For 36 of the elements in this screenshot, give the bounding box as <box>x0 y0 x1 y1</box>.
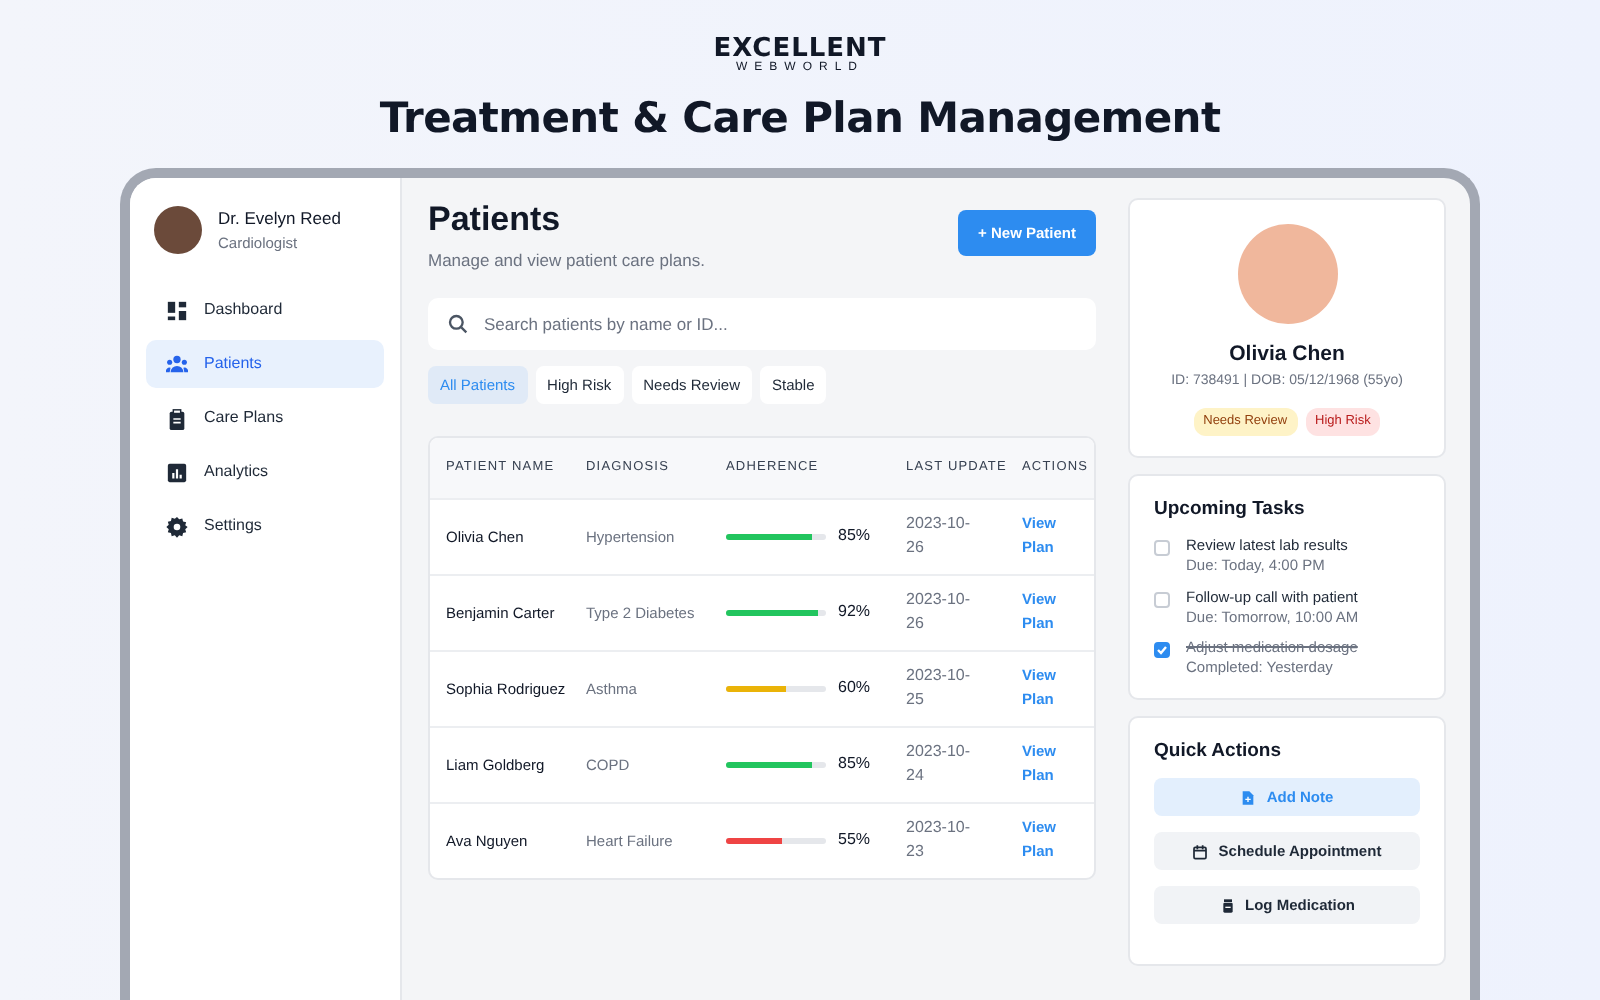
last-update-cell-text: 2023-10-23 <box>906 816 973 865</box>
sidebar-item[interactable]: Settings <box>146 502 384 551</box>
page-title: Patients <box>428 202 563 240</box>
clipboard-icon <box>166 407 188 430</box>
patient-name: Olivia Chen <box>1229 340 1345 371</box>
card-title: Quick Actions <box>1154 737 1284 766</box>
sidebar-item[interactable]: Care Plans <box>146 394 384 443</box>
adherence-percent: 85% <box>838 524 871 549</box>
task-checkbox[interactable] <box>1154 540 1170 557</box>
task-checkbox[interactable] <box>1154 591 1170 608</box>
document-icon <box>1240 789 1257 806</box>
user-name: Dr. Evelyn Reed <box>218 206 341 232</box>
people-icon <box>166 353 188 376</box>
last-update-cell-text: 2023-10-26 <box>906 512 973 561</box>
sidebar-item[interactable]: Analytics <box>146 448 384 497</box>
brand-logo-text: EXCELLENT <box>711 36 889 62</box>
search-icon <box>448 313 468 334</box>
settings-icon <box>166 515 188 538</box>
last-update-cell-text: 2023-10-26 <box>906 588 973 637</box>
card-title: Upcoming Tasks <box>1154 496 1307 525</box>
page-subtitle: Manage and view patient care plans. <box>428 247 705 274</box>
calendar-icon <box>1192 843 1209 860</box>
page-headline: Treatment & Care Plan Management <box>377 94 1223 145</box>
adherence-percent: 55% <box>838 828 871 853</box>
adherence-percent: 60% <box>838 676 871 701</box>
sidebar-item[interactable]: Dashboard <box>146 286 384 335</box>
last-update-cell-text: 2023-10-25 <box>906 664 973 713</box>
adherence-percent: 85% <box>838 752 871 777</box>
bar-chart-icon <box>166 461 188 484</box>
last-update-cell-text: 2023-10-24 <box>906 740 973 789</box>
task-checkbox[interactable] <box>1154 642 1170 659</box>
sidebar-item[interactable]: Patients <box>146 340 384 389</box>
bottle-icon <box>1219 897 1235 914</box>
adherence-percent: 92% <box>838 600 871 625</box>
grid-icon <box>166 299 188 322</box>
avatar <box>154 206 202 255</box>
